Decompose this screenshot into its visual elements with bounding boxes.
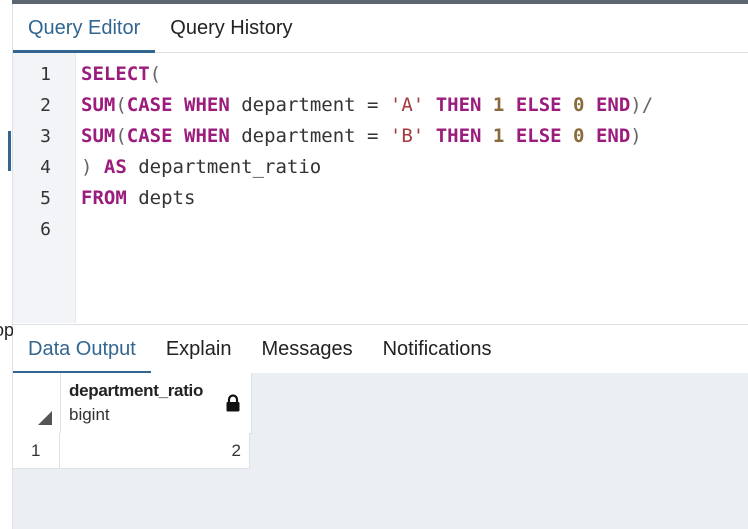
tab-query-editor[interactable]: Query Editor — [13, 4, 156, 53]
line-number-gutter: 1 2 3 4 5 6 — [13, 53, 76, 323]
column-name: department_ratio — [69, 381, 204, 400]
code-token: )/ — [630, 94, 654, 116]
code-token: 1 — [492, 94, 505, 116]
code-token: CASE — [126, 125, 173, 147]
code-line[interactable]: SUM(CASE WHEN department = 'A' THEN 1 EL… — [81, 90, 653, 121]
code-token: FROM — [81, 187, 127, 209]
left-panel-selection-marker — [8, 131, 11, 171]
code-token: THEN — [435, 94, 482, 116]
table-row[interactable]: 1 2 — [13, 433, 250, 469]
code-token: department = — [229, 94, 390, 116]
editor-tab-bar: Query Editor Query History — [13, 4, 748, 53]
code-token: ( — [115, 125, 127, 147]
code-token: 0 — [573, 94, 585, 116]
line-number: 1 — [40, 64, 51, 85]
left-panel-edge: op — [0, 0, 15, 529]
select-all-icon — [38, 411, 52, 425]
code-token: ELSE — [515, 94, 562, 116]
code-token: department_ratio — [126, 156, 322, 178]
code-line[interactable]: ) AS department_ratio — [81, 152, 321, 183]
code-token: SELECT — [81, 63, 150, 85]
code-token: ( — [149, 63, 162, 85]
sql-editor[interactable]: 1 2 3 4 5 6 SELECT( SUM(CASE WHEN depart… — [13, 53, 748, 323]
line-number: 2 — [40, 95, 51, 116]
code-line[interactable]: FROM depts — [81, 183, 195, 214]
code-line[interactable]: SELECT( — [81, 59, 161, 90]
code-token: 'A' — [389, 94, 425, 116]
code-token: AS — [103, 156, 127, 178]
output-tab-bar: Data Output Explain Messages Notificatio… — [13, 324, 748, 374]
code-token: WHEN — [184, 94, 230, 116]
lock-icon — [226, 394, 240, 412]
code-token: 0 — [573, 125, 585, 147]
code-token: ) — [81, 156, 104, 178]
code-token: depts — [126, 187, 196, 209]
result-grid: department_ratio bigint 1 2 — [13, 373, 748, 529]
tab-messages[interactable]: Messages — [246, 325, 367, 373]
code-token: END — [595, 94, 631, 116]
code-token: ELSE — [515, 125, 562, 147]
code-token: WHEN — [184, 125, 230, 147]
code-token: SUM — [81, 94, 116, 116]
left-panel-clipped-text: op — [0, 320, 15, 340]
line-number: 5 — [40, 188, 51, 209]
code-token: ) — [630, 125, 642, 147]
code-token: THEN — [435, 125, 482, 147]
select-all-corner[interactable] — [13, 373, 61, 434]
tab-notifications[interactable]: Notifications — [368, 325, 507, 373]
tab-explain[interactable]: Explain — [151, 325, 247, 373]
row-number[interactable]: 1 — [13, 433, 60, 469]
column-type: bigint — [69, 405, 110, 424]
pgadmin-query-tool: op Query Editor Query History 1 2 3 4 5 … — [0, 0, 748, 529]
line-number: 6 — [40, 219, 51, 240]
line-number: 4 — [40, 157, 51, 178]
tab-data-output[interactable]: Data Output — [13, 325, 151, 374]
code-token: 1 — [492, 125, 505, 147]
code-line[interactable]: SUM(CASE WHEN department = 'B' THEN 1 EL… — [81, 121, 642, 152]
line-number: 3 — [40, 126, 51, 147]
grid-cell[interactable]: 2 — [60, 433, 250, 469]
tab-query-history[interactable]: Query History — [155, 4, 307, 52]
code-token: department = — [229, 125, 390, 147]
grid-header-row: department_ratio bigint — [13, 373, 252, 434]
code-token: ( — [115, 94, 127, 116]
column-header-department-ratio[interactable]: department_ratio bigint — [61, 373, 252, 434]
code-token: SUM — [81, 125, 116, 147]
code-token: CASE — [126, 94, 173, 116]
code-token: END — [595, 125, 631, 147]
code-token: 'B' — [389, 125, 425, 147]
